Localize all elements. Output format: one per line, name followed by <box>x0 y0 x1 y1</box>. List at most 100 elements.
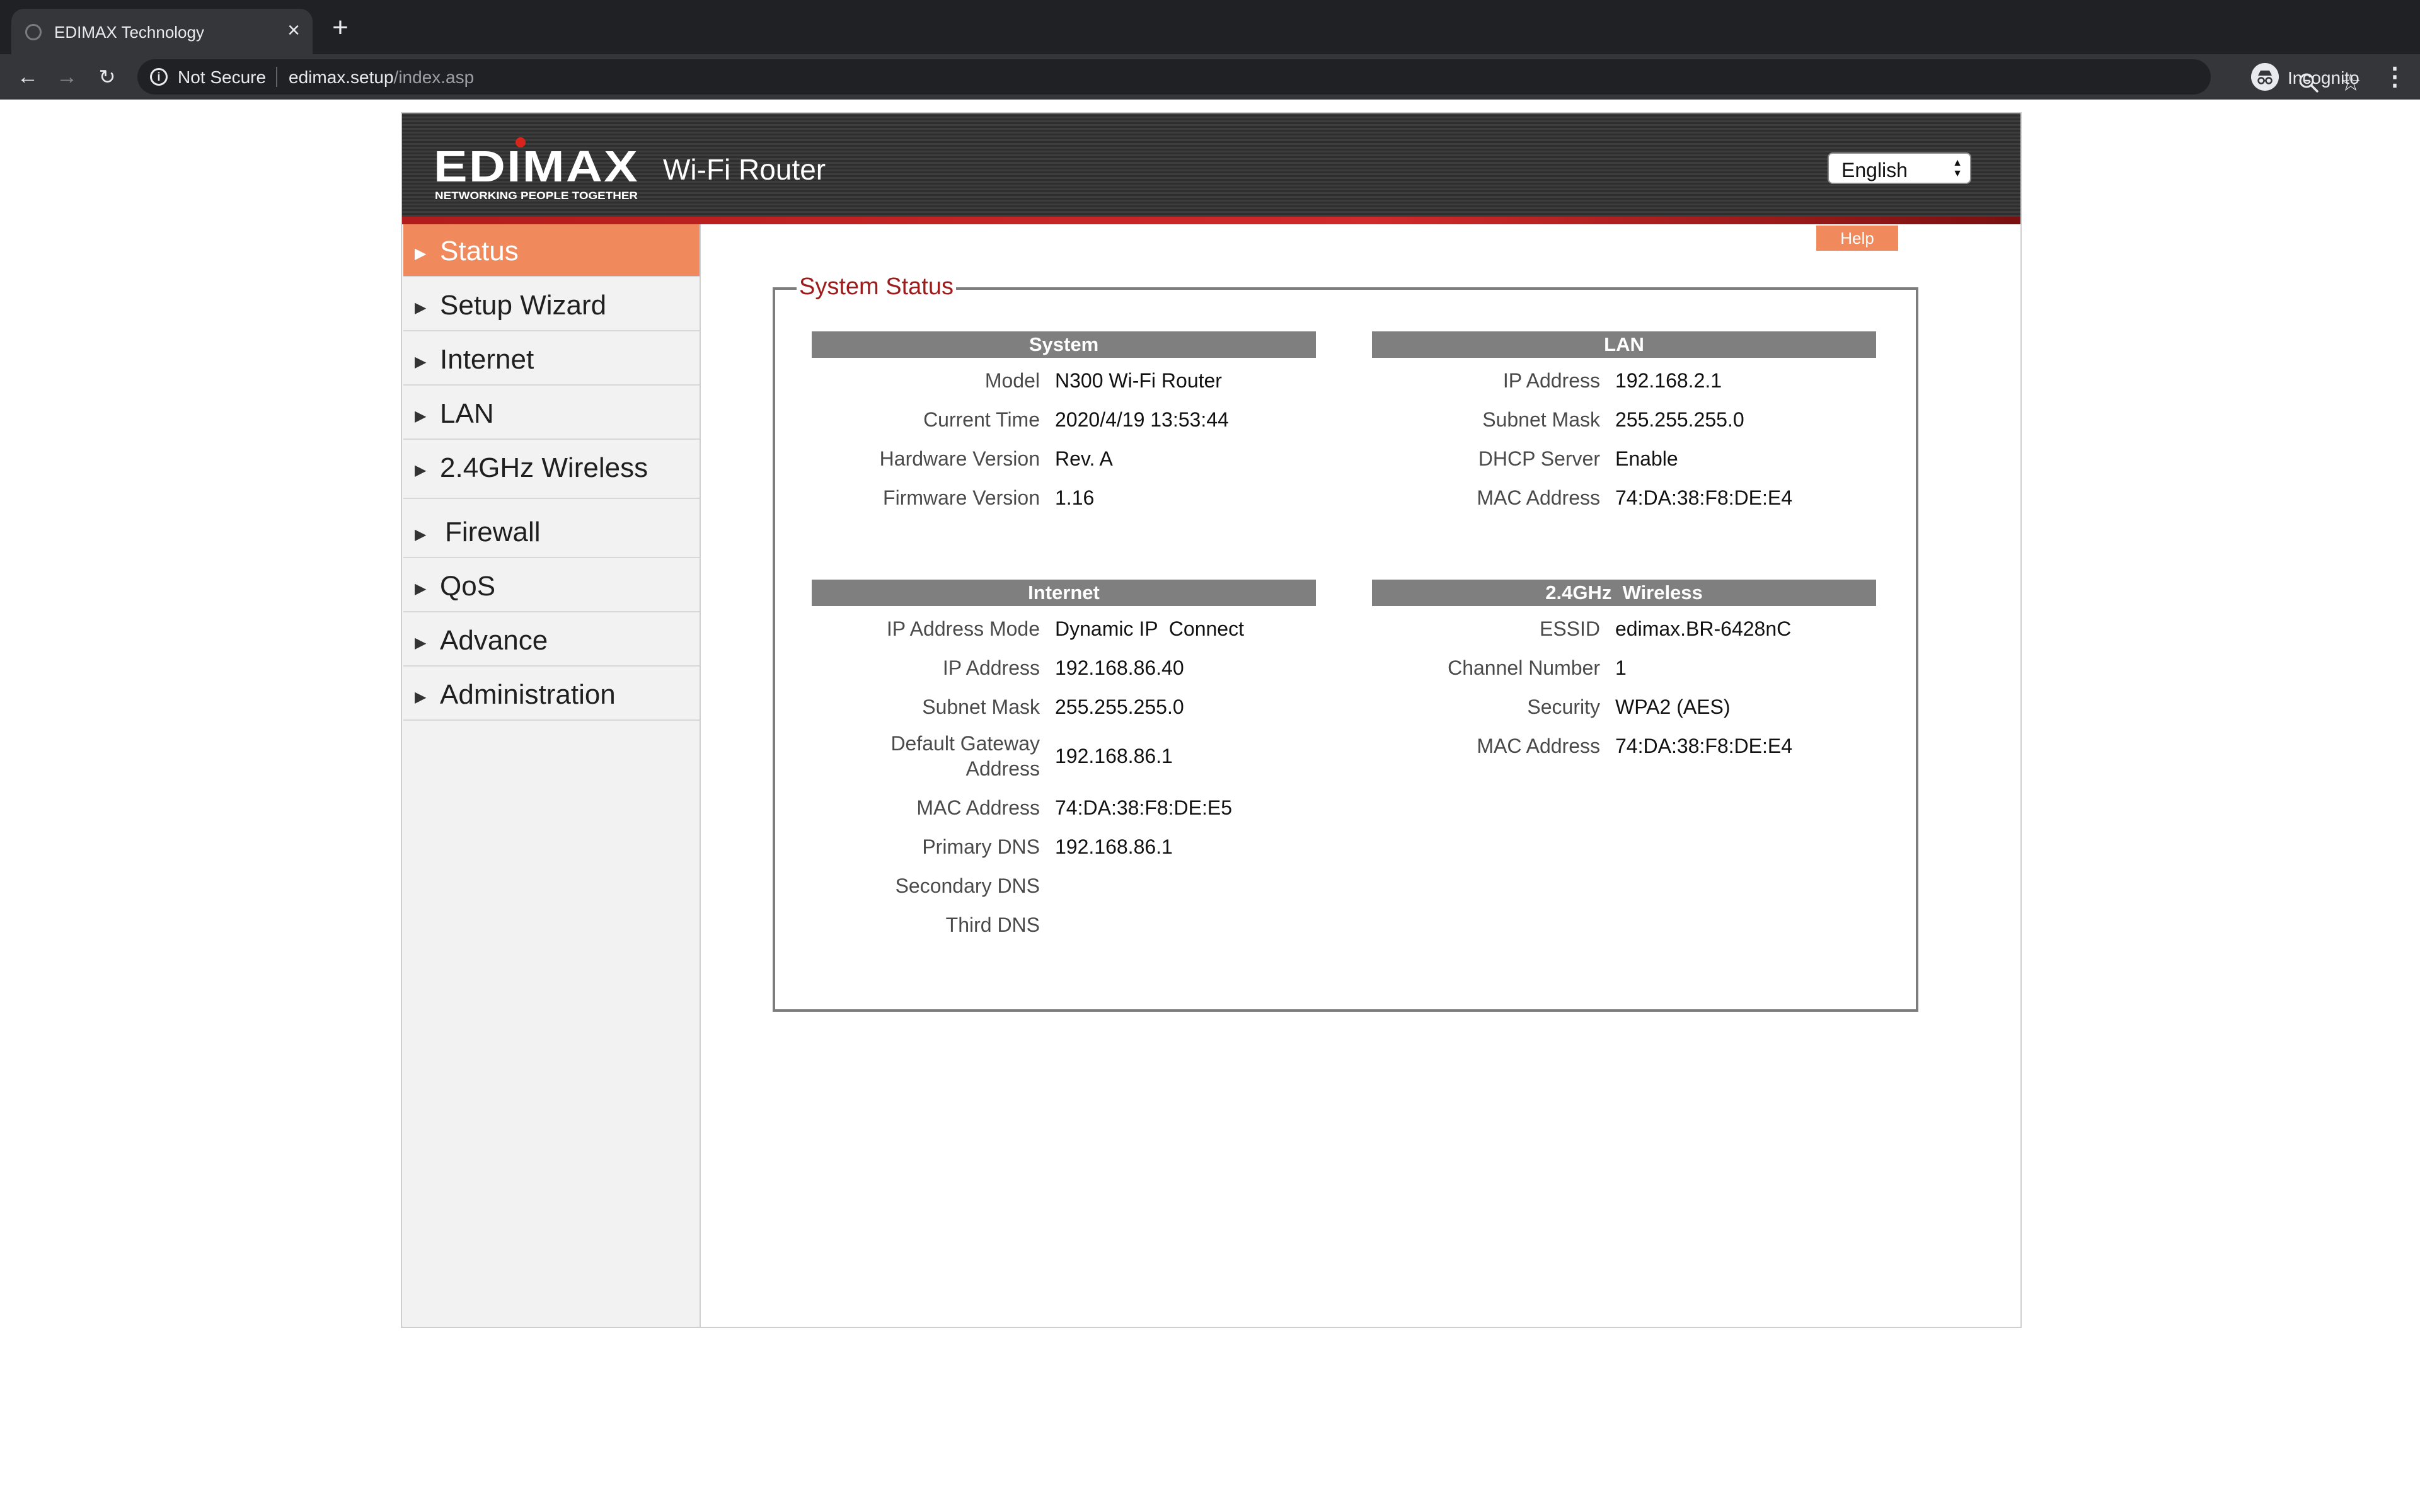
field-value: 74:DA:38:F8:DE:E5 <box>1055 796 1233 819</box>
tab-title: EDIMAX Technology <box>54 23 204 42</box>
field-label: Model <box>984 369 1040 392</box>
field-label: Default Gateway Address <box>890 732 1040 780</box>
field-value: 192.168.86.1 <box>1055 745 1173 767</box>
field-value: 74:DA:38:F8:DE:E4 <box>1615 486 1793 509</box>
nav-item-internet[interactable]: ▶ Internet <box>403 333 700 386</box>
field-value: WPA2 (AES) <box>1615 696 1731 718</box>
play-arrow-icon: ▶ <box>415 299 427 316</box>
system-status-panel: System Status System Model N300 Wi-Fi Ro… <box>773 273 1918 1012</box>
help-button[interactable]: Help <box>1816 226 1898 251</box>
field-label: Security <box>1527 696 1600 718</box>
nav-label: Internet <box>440 344 534 375</box>
nav-label: Setup Wizard <box>440 290 607 321</box>
nav-item-administration[interactable]: ▶ Administration <box>403 668 700 721</box>
panel-title: System Status <box>797 273 956 301</box>
field-label: Hardware Version <box>879 447 1040 470</box>
field-label: Secondary DNS <box>895 874 1040 897</box>
section-header-lan: LAN <box>1372 331 1876 358</box>
section-header-internet: Internet <box>812 580 1316 606</box>
field-label: Channel Number <box>1448 656 1600 679</box>
nav-label: Status <box>440 236 519 266</box>
address-bar[interactable]: i Not Secure edimax.setup/index.asp ☆ <box>137 59 2361 96</box>
field-value: 1 <box>1615 656 1627 679</box>
field-label: DHCP Server <box>1478 447 1600 470</box>
section-header-wireless: 2.4GHz Wireless <box>1372 580 1876 606</box>
field-value: 192.168.86.1 <box>1055 835 1173 858</box>
url-host: edimax.setup <box>289 67 394 87</box>
field-value: Dynamic IP Connect <box>1055 617 1244 640</box>
nav-item-qos[interactable]: ▶ QoS <box>403 559 700 612</box>
info-icon[interactable]: i <box>150 68 168 86</box>
nav-label: LAN <box>440 398 494 429</box>
nav-item-status[interactable]: ▶ Status <box>403 224 700 277</box>
router-page: EDIMAX NETWORKING PEOPLE TOGETHER Wi-Fi … <box>401 112 2022 1328</box>
browser-tabstrip: EDIMAX Technology × + <box>0 0 2420 54</box>
play-arrow-icon: ▶ <box>415 462 427 479</box>
close-tab-icon[interactable]: × <box>282 19 305 42</box>
security-label[interactable]: Not Secure <box>178 67 266 88</box>
field-label: IP Address Mode <box>886 617 1040 640</box>
globe-icon <box>25 24 42 40</box>
reload-icon[interactable]: ↻ <box>93 63 121 91</box>
logo-wordmark: EDIMAX <box>434 142 639 191</box>
field-value: 192.168.2.1 <box>1615 369 1722 392</box>
forward-icon[interactable]: → <box>53 63 81 91</box>
url-path: /index.asp <box>393 67 475 87</box>
field-label: IP Address <box>1502 369 1600 392</box>
nav-label: Firewall <box>445 517 541 547</box>
field-label: Current Time <box>923 408 1040 431</box>
nav-label: 2.4GHz Wireless <box>440 452 648 483</box>
play-arrow-icon: ▶ <box>415 580 427 597</box>
profile-label[interactable]: Incognito <box>2288 68 2360 88</box>
field-label: Third DNS <box>945 914 1040 936</box>
nav-item-setup-wizard[interactable]: ▶ Setup Wizard <box>403 278 700 331</box>
router-header: EDIMAX NETWORKING PEOPLE TOGETHER Wi-Fi … <box>402 113 2020 224</box>
field-value: 255.255.255.0 <box>1055 696 1184 718</box>
nav-item-lan[interactable]: ▶ LAN <box>403 387 700 440</box>
browser-toolbar: ← → ↻ i Not Secure edimax.setup/index.as… <box>0 54 2420 100</box>
field-value: 74:DA:38:F8:DE:E4 <box>1615 735 1793 757</box>
field-label: MAC Address <box>916 796 1040 819</box>
nav-label: QoS <box>440 571 496 602</box>
play-arrow-icon: ▶ <box>415 689 427 706</box>
nav-item-firewall[interactable]: ▶ Firewall <box>403 500 700 558</box>
omnibox-divider <box>276 67 277 87</box>
select-arrows-icon: ▲ ▼ <box>1952 158 1962 179</box>
header-accent-line <box>402 217 2020 224</box>
field-label: ESSID <box>1539 617 1600 640</box>
field-label: Firmware Version <box>883 486 1040 509</box>
field-value: Enable <box>1615 447 1678 470</box>
play-arrow-icon: ▶ <box>415 245 427 262</box>
field-value: N300 Wi-Fi Router <box>1055 369 1222 392</box>
back-icon[interactable]: ← <box>14 63 42 91</box>
field-value: 2020/4/19 13:53:44 <box>1055 408 1229 431</box>
field-label: MAC Address <box>1477 735 1600 757</box>
nav-item-wireless[interactable]: ▶ 2.4GHz Wireless <box>403 441 700 499</box>
field-label: MAC Address <box>1477 486 1600 509</box>
section-header-system: System <box>812 331 1316 358</box>
play-arrow-icon: ▶ <box>415 353 427 370</box>
field-label: Subnet Mask <box>1482 408 1600 431</box>
logo-tagline: NETWORKING PEOPLE TOGETHER <box>435 190 638 202</box>
incognito-icon[interactable] <box>2251 63 2279 91</box>
browser-menu-icon[interactable]: ⋮ <box>2382 63 2407 91</box>
play-arrow-icon: ▶ <box>415 408 427 425</box>
field-value: Rev. A <box>1055 447 1113 470</box>
url-text[interactable]: edimax.setup/index.asp <box>289 67 474 88</box>
field-label: Primary DNS <box>922 835 1040 858</box>
nav-label: Administration <box>440 679 616 710</box>
nav-label: Advance <box>440 625 548 656</box>
field-value: 1.16 <box>1055 486 1095 509</box>
sidebar-nav: ▶ Status ▶ Setup Wizard ▶ Internet ▶ LAN… <box>402 224 701 1327</box>
nav-item-advance[interactable]: ▶ Advance <box>403 614 700 667</box>
play-arrow-icon: ▶ <box>415 634 427 651</box>
new-tab-icon[interactable]: + <box>328 14 353 42</box>
field-label: Subnet Mask <box>922 696 1040 718</box>
field-value: 192.168.86.40 <box>1055 656 1184 679</box>
browser-tab[interactable]: EDIMAX Technology × <box>11 9 313 54</box>
field-label: IP Address <box>942 656 1040 679</box>
field-value: edimax.BR-6428nC <box>1615 617 1792 640</box>
edimax-logo: EDIMAX NETWORKING PEOPLE TOGETHER <box>434 137 639 202</box>
language-select[interactable]: English ▲ ▼ <box>1828 152 1971 184</box>
field-value: 255.255.255.0 <box>1615 408 1744 431</box>
